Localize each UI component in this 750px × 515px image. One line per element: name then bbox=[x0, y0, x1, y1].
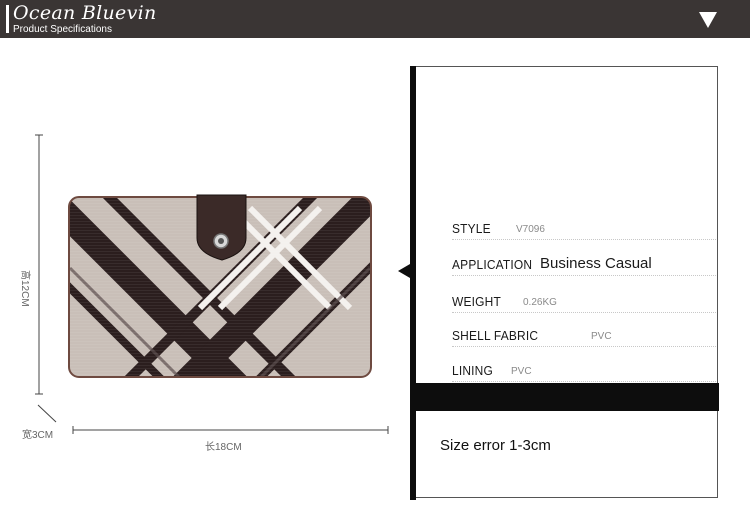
spec-panel bbox=[410, 66, 718, 498]
spec-label: LINING bbox=[452, 363, 493, 378]
header-divider bbox=[6, 5, 9, 33]
spec-label: WEIGHT bbox=[452, 294, 501, 309]
spec-row-style: STYLE V7096 bbox=[452, 219, 716, 240]
triangle-down-icon[interactable] bbox=[699, 12, 717, 28]
spec-panel-rule bbox=[410, 66, 416, 500]
spec-row-lining: LINING PVC bbox=[452, 361, 716, 382]
spec-label: SHELL FABRIC bbox=[452, 328, 539, 343]
spec-value: Business Casual bbox=[540, 255, 652, 272]
brand-name: Ocean Bluevin bbox=[13, 2, 157, 24]
length-dimension-label: 长18CM bbox=[205, 442, 242, 453]
header-banner: Ocean Bluevin Product Specifications bbox=[0, 0, 750, 38]
header-subtitle: Product Specifications bbox=[13, 24, 112, 35]
spec-row-application: APPLICATION Business Casual bbox=[452, 255, 716, 276]
height-dimension-label: 高12CM bbox=[19, 270, 30, 307]
spec-value: PVC bbox=[511, 366, 532, 377]
size-error-note: Size error 1-3cm bbox=[440, 437, 551, 454]
depth-dimension-label: 宽3CM bbox=[22, 430, 54, 441]
product-image: 高12CM 宽3CM 长18CM bbox=[0, 38, 410, 510]
spec-value: PVC bbox=[591, 331, 612, 342]
spec-label: APPLICATION bbox=[452, 257, 533, 272]
spec-value: 0.26KG bbox=[523, 297, 557, 308]
spec-row-shell-fabric: SHELL FABRIC PVC bbox=[452, 326, 716, 347]
spec-value: V7096 bbox=[516, 224, 545, 235]
spec-row-weight: WEIGHT 0.26KG bbox=[452, 292, 716, 313]
wallet-clasp-tab bbox=[196, 194, 247, 261]
spec-label: STYLE bbox=[452, 221, 491, 236]
pointer-left-icon bbox=[398, 264, 410, 278]
spec-divider-band bbox=[416, 383, 719, 411]
